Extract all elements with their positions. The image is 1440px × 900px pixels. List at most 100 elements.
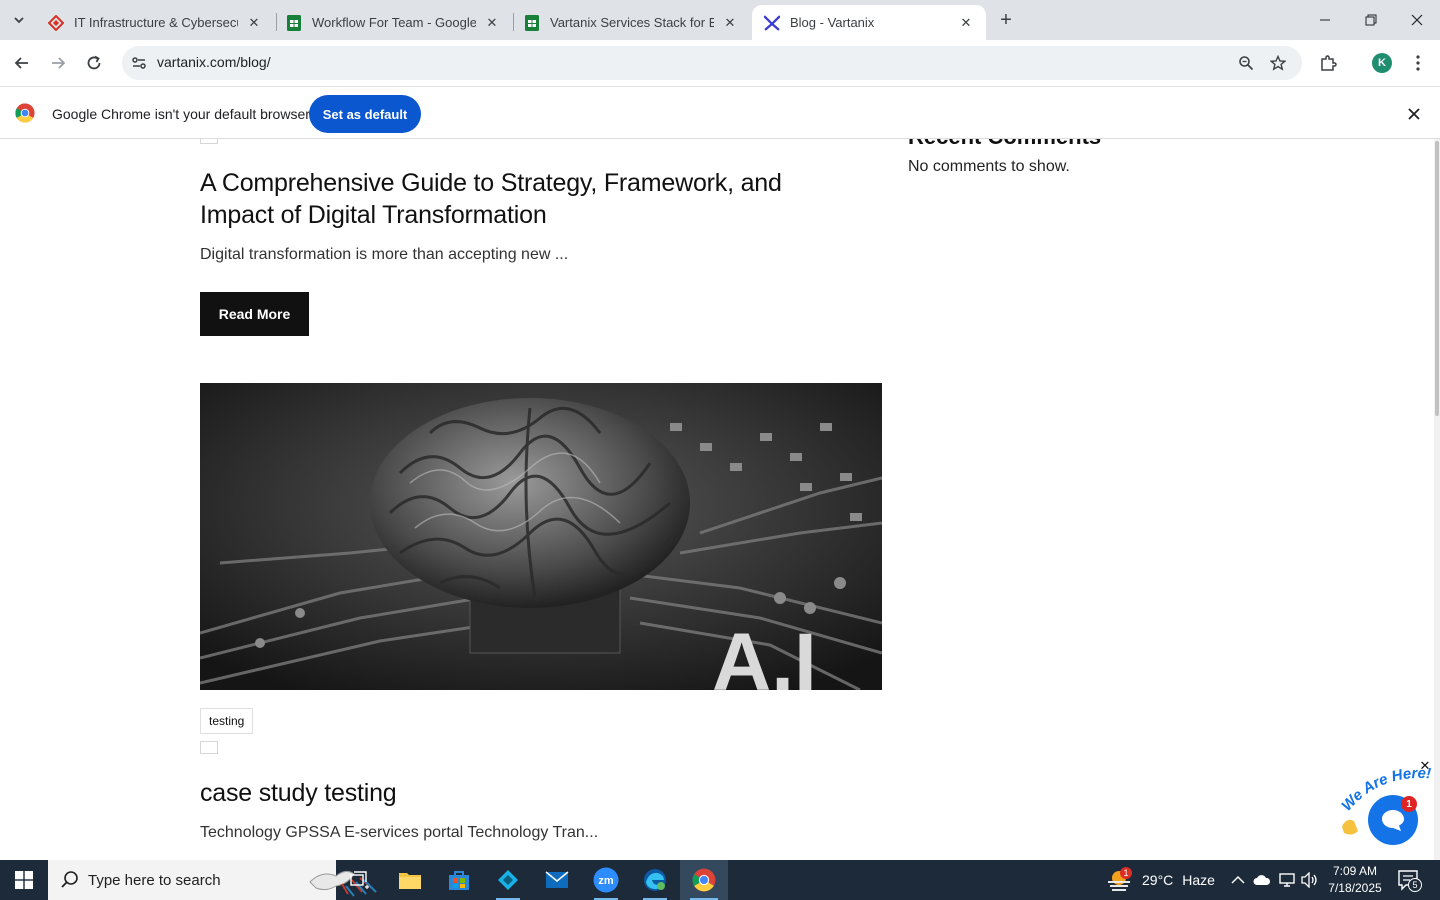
tab-close-icon[interactable]: ✕: [484, 15, 500, 31]
close-icon: [1411, 14, 1423, 26]
post-image-text: A.I: [712, 617, 817, 690]
site-favicon-icon: [48, 14, 64, 31]
network-icon: [1279, 873, 1295, 887]
bookmark-star-icon[interactable]: [1268, 53, 1288, 73]
search-placeholder: Type here to search: [88, 871, 221, 889]
tab-vartanix-services[interactable]: Vartanix Services Stack for Blog ✕: [512, 5, 750, 40]
vartanix-logo-icon: [764, 15, 780, 31]
chrome-menu-button[interactable]: [1406, 51, 1430, 75]
plus-icon: +: [1000, 8, 1012, 31]
weather-condition: Haze: [1182, 872, 1215, 888]
minimize-icon: [1320, 19, 1330, 21]
network-tray-button[interactable]: [1277, 870, 1297, 890]
profile-avatar[interactable]: K: [1372, 53, 1392, 73]
url-text: vartanix.com/blog/: [157, 54, 271, 70]
tab-strip: IT Infrastructure & Cybersecurit ✕ Workf…: [0, 0, 1440, 40]
clock-date: 7/18/2025: [1328, 881, 1382, 895]
weather-widget[interactable]: 1 29°C Haze: [1106, 860, 1215, 900]
edge-app[interactable]: [631, 860, 679, 900]
page-content: Recent Comments No comments to show. A C…: [0, 139, 1440, 860]
infobar-close-button[interactable]: [1404, 104, 1424, 124]
windows-logo-icon: [15, 871, 33, 889]
tab-title: IT Infrastructure & Cybersecurit: [74, 15, 238, 30]
post-title[interactable]: A Comprehensive Guide to Strategy, Frame…: [200, 167, 782, 231]
tab-close-icon[interactable]: ✕: [958, 15, 974, 31]
category-placeholder: [200, 741, 218, 754]
arrow-right-icon: [52, 57, 66, 69]
chrome-logo-icon: [692, 868, 716, 892]
mail-icon: [545, 871, 569, 888]
cloud-sync-icon: [1253, 875, 1271, 885]
tab-blog-vartanix[interactable]: Blog - Vartanix ✕: [752, 5, 986, 40]
chrome-app[interactable]: [680, 860, 728, 900]
taskbar-search-box[interactable]: Type here to search: [48, 860, 377, 900]
back-button[interactable]: [8, 49, 36, 77]
taskbar-clock[interactable]: 7:09 AM 7/18/2025: [1322, 863, 1388, 897]
store-bag-icon: [449, 871, 469, 890]
tab-title: Workflow For Team - Google Sh: [312, 15, 476, 30]
chat-bubble-icon: [1382, 810, 1404, 831]
show-hidden-icons-button[interactable]: [1228, 870, 1248, 890]
zoom-icon[interactable]: [1236, 53, 1256, 73]
chrome-logo-icon: [15, 103, 35, 123]
microsoft-store-app[interactable]: [435, 860, 483, 900]
post-title[interactable]: case study testing: [200, 777, 397, 809]
reload-button[interactable]: [80, 49, 108, 77]
svg-text:zm: zm: [598, 875, 614, 887]
search-icon: [61, 871, 78, 888]
start-button[interactable]: [0, 860, 48, 900]
no-comments-text: No comments to show.: [908, 158, 1070, 175]
tab-workflow-sheet[interactable]: Workflow For Team - Google Sh ✕: [274, 5, 512, 40]
speaker-icon: [1301, 872, 1317, 888]
google-sheets-icon: [286, 14, 302, 31]
site-settings-icon[interactable]: [130, 54, 148, 72]
zoom-app[interactable]: zm: [582, 860, 630, 900]
minimize-button[interactable]: [1302, 0, 1348, 40]
chevron-down-icon: [14, 17, 24, 24]
sidebar-heading: Recent Comments: [908, 139, 1101, 150]
tab-it-infrastructure[interactable]: IT Infrastructure & Cybersecurit ✕: [36, 5, 274, 40]
address-bar[interactable]: vartanix.com/blog/: [122, 46, 1302, 80]
chat-close-button[interactable]: ✕: [1418, 758, 1432, 773]
weather-temp: 29°C: [1142, 872, 1174, 888]
mail-app[interactable]: [533, 860, 581, 900]
post-excerpt: Technology GPSSA E-services portal Techn…: [200, 824, 599, 841]
tab-search-button[interactable]: [6, 7, 32, 33]
volume-tray-button[interactable]: [1300, 870, 1320, 890]
extensions-button[interactable]: [1316, 51, 1340, 75]
default-browser-infobar: Google Chrome isn't your default browser…: [0, 86, 1440, 139]
close-window-button[interactable]: [1394, 0, 1440, 40]
puzzle-icon: [1321, 55, 1337, 71]
read-more-button[interactable]: Read More: [200, 292, 309, 336]
zoom-logo-icon: zm: [593, 867, 619, 893]
kodi-app[interactable]: [484, 860, 532, 900]
action-center-button[interactable]: 5: [1396, 868, 1422, 892]
post-excerpt: Digital transformation is more than acce…: [200, 246, 569, 263]
category-tag[interactable]: testing: [200, 708, 254, 734]
scrollbar-thumb[interactable]: [1435, 141, 1439, 416]
ai-brain-illustration: A.I: [200, 383, 882, 690]
google-sheets-icon: [524, 14, 540, 31]
restore-button[interactable]: [1348, 0, 1394, 40]
tab-close-icon[interactable]: ✕: [722, 15, 738, 31]
post-title-line: A Comprehensive Guide to Strategy, Frame…: [200, 169, 782, 197]
post-title-line: Impact of Digital Transformation: [200, 201, 547, 229]
tab-close-icon[interactable]: ✕: [246, 15, 262, 31]
forward-button[interactable]: [44, 49, 72, 77]
windows-taskbar: Type here to search zm 1 29°C Haze 7:09 …: [0, 860, 1440, 900]
waving-hand-icon: [1342, 819, 1358, 835]
browser-toolbar: vartanix.com/blog/ K: [0, 40, 1440, 86]
file-explorer-app[interactable]: [386, 860, 434, 900]
weather-badge: 1: [1120, 867, 1132, 879]
onedrive-tray-button[interactable]: [1252, 870, 1272, 890]
edge-logo-icon: [644, 869, 666, 891]
tab-title: Vartanix Services Stack for Blog: [550, 15, 714, 30]
diamond-app-icon: [498, 870, 518, 890]
page-scrollbar[interactable]: [1434, 139, 1440, 860]
new-tab-button[interactable]: +: [994, 8, 1018, 32]
post-featured-image[interactable]: A.I: [200, 383, 882, 690]
category-placeholder: [200, 139, 218, 144]
set-as-default-button[interactable]: Set as default: [309, 95, 421, 133]
restore-icon: [1365, 14, 1377, 26]
task-view-button[interactable]: [336, 860, 384, 900]
